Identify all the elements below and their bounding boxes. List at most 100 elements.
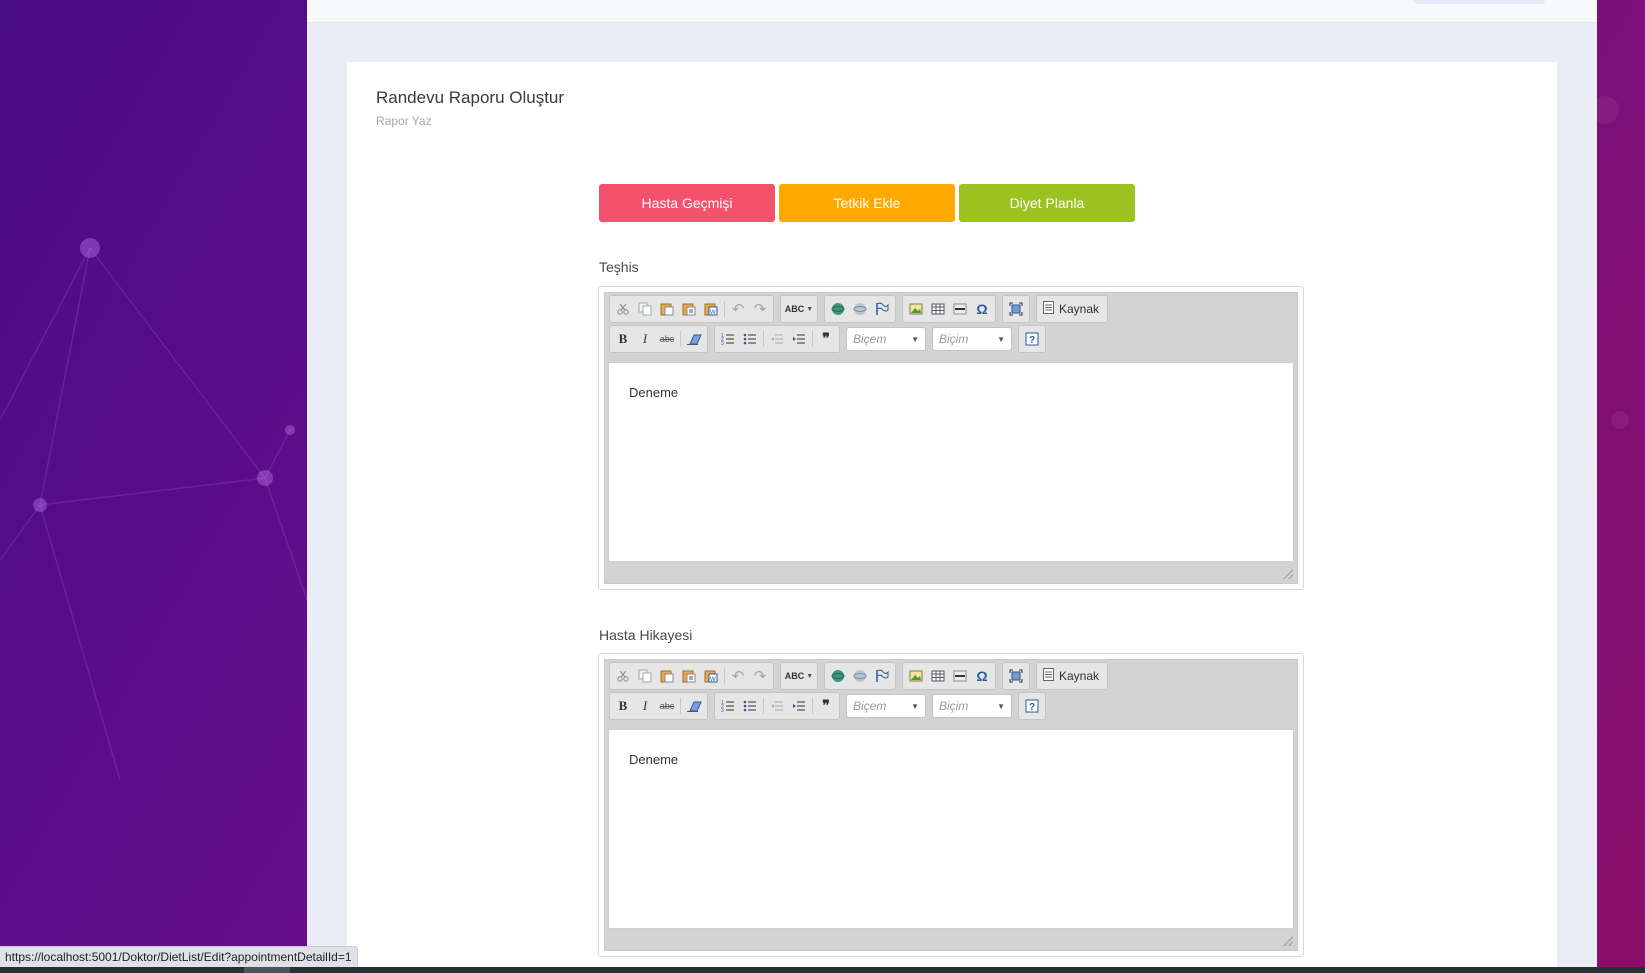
clipboard-group: W ↶ ↷ (609, 662, 774, 690)
editor-chrome: W ↶ ↷ ABC ▼ Ω Kaynak B I abc 1 2 3 ❞ Biç… (604, 659, 1298, 951)
style-combo[interactable]: Biçem ▼ (846, 327, 926, 351)
style-combo[interactable]: Biçem ▼ (846, 694, 926, 718)
remove-format-icon[interactable] (683, 695, 705, 717)
format-combo[interactable]: Biçim ▼ (932, 694, 1012, 718)
table-icon[interactable] (927, 298, 949, 320)
bold-icon[interactable]: B (612, 695, 634, 717)
list-group: 123 ❞ (714, 692, 840, 720)
action-buttons: Hasta Geçmişi Tetkik Ekle Diyet Planla (599, 184, 1135, 222)
editor-toolbar-row-2: B I abc 123 ❞ Biçem ▼ Biçim ▼ ? (609, 325, 1052, 353)
unlink-icon[interactable] (849, 298, 871, 320)
resize-handle-icon[interactable] (1283, 936, 1293, 946)
link-group (824, 662, 896, 690)
paste-icon[interactable] (656, 298, 678, 320)
source-button[interactable]: Kaynak (1039, 301, 1105, 317)
table-icon[interactable] (927, 665, 949, 687)
bulleted-list-icon[interactable] (739, 328, 761, 350)
outdent-icon[interactable] (766, 328, 788, 350)
blockquote-icon[interactable]: ❞ (815, 695, 837, 717)
source-group: Kaynak (1036, 662, 1109, 690)
special-char-icon[interactable]: Ω (971, 665, 993, 687)
unlink-icon[interactable] (849, 665, 871, 687)
patient-story-editor: W ↶ ↷ ABC ▼ Ω Kaynak B I abc 1 2 3 ❞ Biç… (598, 653, 1304, 957)
strike-icon[interactable]: abc (656, 695, 678, 717)
blockquote-icon[interactable]: ❞ (815, 328, 837, 350)
cut-icon[interactable] (612, 665, 634, 687)
cut-icon[interactable] (612, 298, 634, 320)
outdent-icon[interactable] (766, 695, 788, 717)
diagnosis-label: Teşhis (599, 259, 639, 275)
svg-text:?: ? (1029, 335, 1035, 346)
svg-text:W: W (710, 310, 716, 316)
copy-icon[interactable] (634, 298, 656, 320)
spell-group: ABC ▼ (780, 662, 818, 690)
insert-group: Ω (902, 295, 996, 323)
patient-history-button[interactable]: Hasta Geçmişi (599, 184, 775, 222)
chevron-down-icon: ▼ (997, 334, 1005, 344)
strike-icon[interactable]: abc (656, 328, 678, 350)
editor-toolbar-row-2: B I abc 123 ❞ Biçem ▼ Biçim ▼ ? (609, 692, 1052, 720)
anchor-icon[interactable] (871, 665, 893, 687)
image-icon[interactable] (905, 298, 927, 320)
paste-text-icon[interactable] (678, 665, 700, 687)
help-icon[interactable]: ? (1021, 328, 1043, 350)
horizontal-rule-icon[interactable] (949, 665, 971, 687)
image-icon[interactable] (905, 665, 927, 687)
undo-icon[interactable]: ↶ (727, 298, 749, 320)
source-icon (1043, 301, 1054, 317)
redo-icon[interactable]: ↷ (749, 298, 771, 320)
style-combo-value: Biçem (853, 699, 887, 713)
indent-icon[interactable] (788, 695, 810, 717)
italic-icon[interactable]: I (634, 695, 656, 717)
basic-style-group: B I abc (609, 692, 708, 720)
spellcheck-icon[interactable]: ABC ▼ (783, 665, 815, 687)
bulleted-list-icon[interactable] (739, 695, 761, 717)
patient-story-editor-content[interactable]: Deneme (608, 729, 1294, 929)
toolbar-separator (724, 301, 725, 317)
chevron-down-icon: ▼ (997, 701, 1005, 711)
redo-icon[interactable]: ↷ (749, 665, 771, 687)
resize-handle-icon[interactable] (1283, 569, 1293, 579)
top-bar (307, 0, 1597, 23)
toolbar-separator (763, 698, 764, 714)
indent-icon[interactable] (788, 328, 810, 350)
link-icon[interactable] (827, 665, 849, 687)
add-test-button[interactable]: Tetkik Ekle (779, 184, 955, 222)
plan-diet-button[interactable]: Diyet Planla (959, 184, 1135, 222)
horizontal-rule-icon[interactable] (949, 298, 971, 320)
paste-word-icon[interactable]: W (700, 298, 722, 320)
editor-toolbar-row-1: W ↶ ↷ ABC ▼ Ω Kaynak (609, 295, 1114, 323)
toolbar-separator (680, 331, 681, 347)
bold-icon[interactable]: B (612, 328, 634, 350)
copy-icon[interactable] (634, 665, 656, 687)
paste-word-icon[interactable]: W (700, 665, 722, 687)
source-button[interactable]: Kaynak (1039, 668, 1105, 684)
svg-text:3: 3 (721, 341, 724, 346)
style-combo-value: Biçem (853, 332, 887, 346)
format-combo[interactable]: Biçim ▼ (932, 327, 1012, 351)
link-icon[interactable] (827, 298, 849, 320)
help-icon[interactable]: ? (1021, 695, 1043, 717)
diagnosis-editor-content[interactable]: Deneme (608, 362, 1294, 562)
italic-icon[interactable]: I (634, 328, 656, 350)
paste-icon[interactable] (656, 665, 678, 687)
list-group: 123 ❞ (714, 325, 840, 353)
clipboard-group: W ↶ ↷ (609, 295, 774, 323)
paste-text-icon[interactable] (678, 298, 700, 320)
toolbar-separator (680, 698, 681, 714)
insert-group: Ω (902, 662, 996, 690)
remove-format-icon[interactable] (683, 328, 705, 350)
spellcheck-icon[interactable]: ABC ▼ (783, 298, 815, 320)
chevron-down-icon: ▼ (911, 334, 919, 344)
special-char-icon[interactable]: Ω (971, 298, 993, 320)
anchor-icon[interactable] (871, 298, 893, 320)
toolbar-separator (763, 331, 764, 347)
numbered-list-icon[interactable]: 123 (717, 328, 739, 350)
undo-icon[interactable]: ↶ (727, 665, 749, 687)
taskbar-segment (244, 967, 290, 973)
maximize-icon[interactable] (1005, 298, 1027, 320)
numbered-list-icon[interactable]: 123 (717, 695, 739, 717)
top-bar-control[interactable] (1413, 0, 1545, 4)
maximize-icon[interactable] (1005, 665, 1027, 687)
chevron-down-icon: ▼ (911, 701, 919, 711)
